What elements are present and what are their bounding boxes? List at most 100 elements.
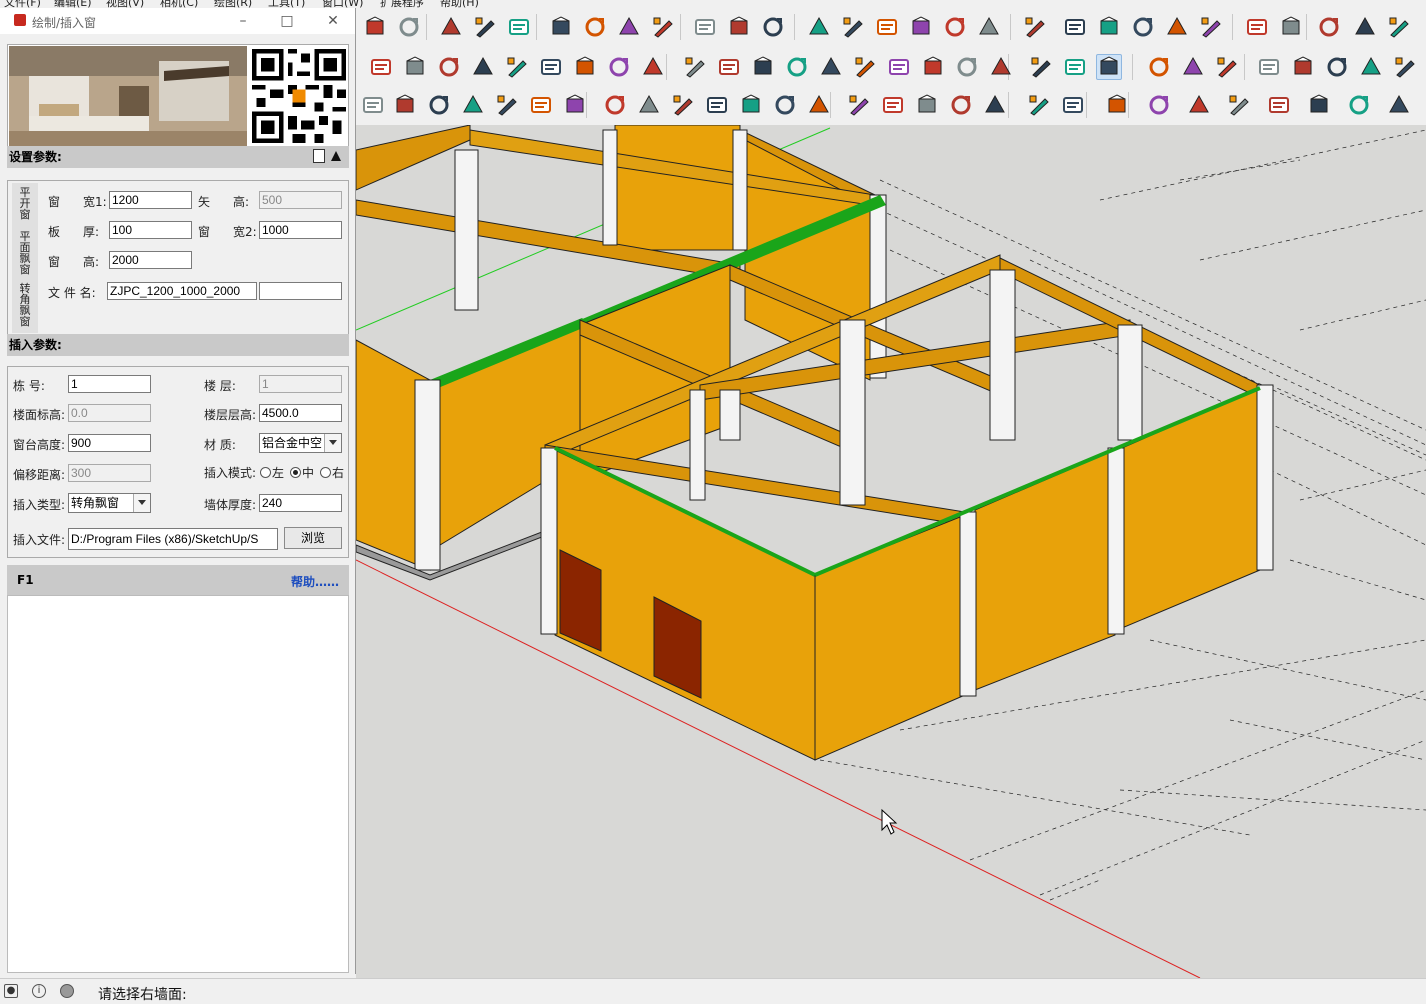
filename-input[interactable]: ZJPC_1200_1000_2000 [107, 282, 257, 300]
window-height-input[interactable]: 2000 [109, 251, 192, 269]
wireframe-icon[interactable] [1028, 54, 1054, 80]
browse-button[interactable]: 浏览 [284, 527, 342, 549]
save-file-icon[interactable] [313, 149, 325, 163]
follow-me-icon[interactable] [1256, 54, 1282, 80]
zoom-icon[interactable] [572, 54, 598, 80]
texture-icon[interactable] [1146, 54, 1172, 80]
floor-height-input[interactable]: 4500.0 [259, 404, 342, 422]
menu-file[interactable]: 文件(F) [4, 0, 41, 8]
follow-me-icon[interactable] [1316, 14, 1342, 40]
tape-icon[interactable] [438, 14, 464, 40]
wall-thickness-input[interactable]: 240 [259, 494, 342, 512]
texture-icon[interactable] [1060, 92, 1086, 118]
left-view-icon[interactable] [976, 14, 1002, 40]
component-icon[interactable] [1358, 54, 1384, 80]
paint-bucket-icon[interactable] [470, 54, 496, 80]
back-edges-icon[interactable] [1062, 14, 1088, 40]
close-button[interactable]: ✕ [318, 11, 348, 31]
sill-height-input[interactable]: 900 [68, 434, 151, 452]
zoom-extents-icon[interactable] [650, 14, 676, 40]
component-icon[interactable] [396, 14, 422, 40]
zoom-icon[interactable] [494, 92, 520, 118]
help-link[interactable]: 帮助…… [291, 573, 339, 590]
refresh-icon[interactable] [1266, 92, 1292, 118]
back-edges-icon[interactable] [914, 92, 940, 118]
orbit-icon[interactable] [504, 54, 530, 80]
window-width1-input[interactable]: 1200 [109, 191, 192, 209]
xray-icon[interactable] [880, 92, 906, 118]
back-view-icon[interactable] [942, 14, 968, 40]
front-view-icon[interactable] [738, 92, 764, 118]
zoom-icon[interactable] [616, 14, 642, 40]
zoom-extents-icon[interactable] [528, 92, 554, 118]
mode-left-radio[interactable] [260, 467, 271, 478]
filename-extra-input[interactable] [259, 282, 342, 300]
window-width2-input[interactable]: 1000 [259, 221, 342, 239]
wireframe-icon[interactable] [1096, 14, 1122, 40]
refresh-icon[interactable] [1324, 54, 1350, 80]
minimize-button[interactable]: – [228, 11, 258, 31]
shaded-icon[interactable] [1026, 92, 1052, 118]
section-fill-icon[interactable] [1278, 14, 1304, 40]
style-icon[interactable] [1226, 92, 1252, 118]
back-view-icon[interactable] [886, 54, 912, 80]
hidden-line-icon[interactable] [1130, 14, 1156, 40]
info-icon[interactable]: i [32, 984, 46, 998]
text-icon[interactable] [472, 14, 498, 40]
mode-right-radio[interactable] [320, 467, 331, 478]
floor-elevation-input[interactable]: 0.0 [68, 404, 151, 422]
shaded-icon[interactable] [1164, 14, 1190, 40]
iso-view-icon[interactable] [806, 14, 832, 40]
send-layout-icon[interactable] [716, 54, 742, 80]
top-view-icon[interactable] [704, 92, 730, 118]
iso-view-icon[interactable] [750, 54, 776, 80]
style-icon[interactable] [1352, 14, 1378, 40]
paint-bucket-icon[interactable] [392, 92, 418, 118]
tab-casement-window[interactable]: 平开窗 [12, 187, 38, 223]
follow-me-icon[interactable] [1186, 92, 1212, 118]
texture-icon[interactable] [1198, 14, 1224, 40]
top-view-icon[interactable] [840, 14, 866, 40]
section-plane-icon[interactable] [1180, 54, 1206, 80]
right-view-icon[interactable] [852, 54, 878, 80]
paint-bucket-icon[interactable] [506, 14, 532, 40]
menu-extensions[interactable]: 扩展程序 [380, 0, 424, 8]
tape-icon[interactable] [1392, 54, 1418, 80]
collapse-up-icon[interactable] [331, 151, 341, 161]
mode-center-radio[interactable] [290, 467, 301, 478]
front-view-icon[interactable] [818, 54, 844, 80]
pan-icon[interactable] [460, 92, 486, 118]
geo-location-icon[interactable]: ● [4, 984, 18, 998]
iso-view-icon[interactable] [670, 92, 696, 118]
menu-view[interactable]: 视图(V) [106, 0, 144, 8]
front-view-icon[interactable] [874, 14, 900, 40]
back-view-icon[interactable] [806, 92, 832, 118]
tape-icon[interactable] [1346, 92, 1372, 118]
vector-height-input[interactable]: 500 [259, 191, 342, 209]
section-plane-icon[interactable] [1104, 92, 1130, 118]
left-view-icon[interactable] [846, 92, 872, 118]
warehouse-icon[interactable] [640, 54, 666, 80]
top-view-icon[interactable] [784, 54, 810, 80]
ext-warehouse-icon[interactable] [726, 14, 752, 40]
right-view-icon[interactable] [908, 14, 934, 40]
ext-warehouse-icon[interactable] [602, 92, 628, 118]
model-canvas[interactable] [356, 125, 1426, 978]
text-icon[interactable] [360, 92, 386, 118]
chevron-down-icon[interactable] [133, 494, 150, 512]
component-icon[interactable] [368, 54, 394, 80]
menu-tools[interactable]: 工具(T) [268, 0, 305, 8]
user-account-icon[interactable] [60, 984, 74, 998]
xray-icon[interactable] [954, 54, 980, 80]
warehouse-icon[interactable] [692, 14, 718, 40]
insert-file-input[interactable]: D:/Program Files (x86)/SketchUp/S [68, 528, 278, 550]
chevron-down-icon[interactable] [324, 434, 341, 452]
shaded-icon[interactable] [1096, 54, 1122, 80]
hidden-line-icon[interactable] [982, 92, 1008, 118]
send-layout-icon[interactable] [636, 92, 662, 118]
text-icon[interactable] [436, 54, 462, 80]
left-view-icon[interactable] [920, 54, 946, 80]
menu-window[interactable]: 窗口(W) [322, 0, 363, 8]
building-input[interactable]: 1 [68, 375, 151, 393]
refresh-icon[interactable] [1386, 14, 1412, 40]
